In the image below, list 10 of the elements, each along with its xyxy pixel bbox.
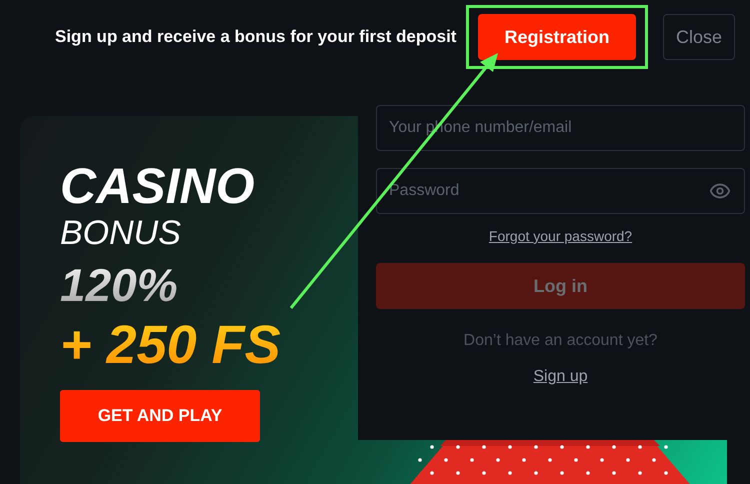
signup-prompt: Don’t have an account yet?	[464, 331, 658, 351]
registration-button[interactable]: Registration	[478, 14, 636, 60]
promo-subtitle: BONUS	[60, 214, 181, 252]
promo-message: Sign up and receive a bonus for your first deposit	[55, 26, 456, 48]
password-field[interactable]: Password	[376, 168, 745, 214]
forgot-password-link[interactable]: Forgot your password?	[488, 226, 632, 247]
get-and-play-button[interactable]: GET AND PLAY	[60, 390, 260, 442]
promo-title: CASINO	[60, 158, 254, 214]
close-button[interactable]: Close	[663, 14, 735, 60]
sign-up-link[interactable]: Sign up	[533, 365, 588, 389]
